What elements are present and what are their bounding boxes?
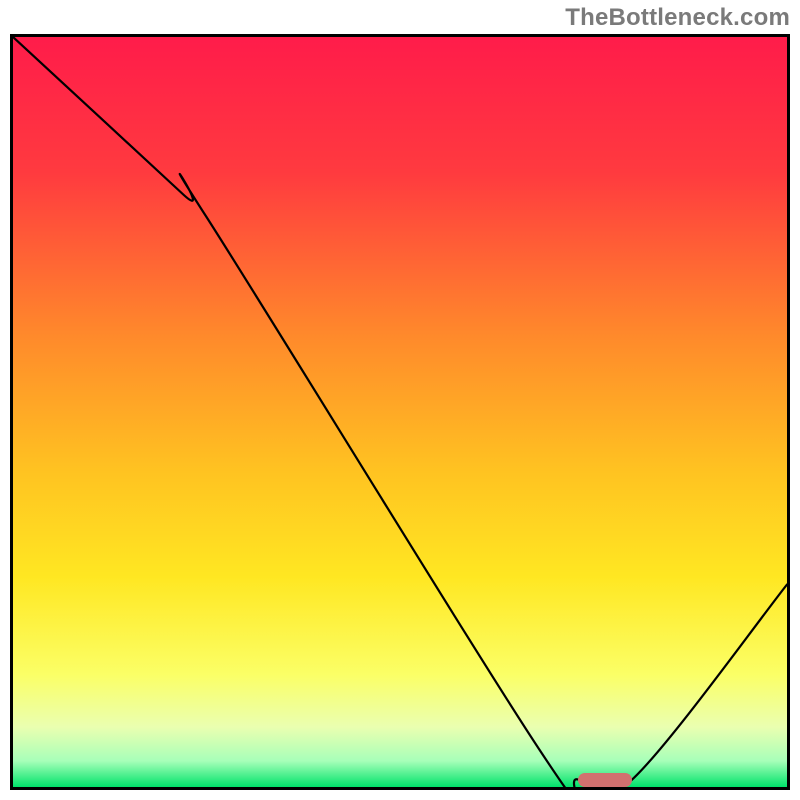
bottleneck-curve — [13, 37, 787, 787]
plot-area — [10, 34, 790, 790]
curve-layer — [13, 37, 787, 787]
chart-stage: TheBottleneck.com — [0, 0, 800, 800]
optimal-range-marker — [578, 773, 632, 787]
watermark-text: TheBottleneck.com — [565, 4, 790, 32]
